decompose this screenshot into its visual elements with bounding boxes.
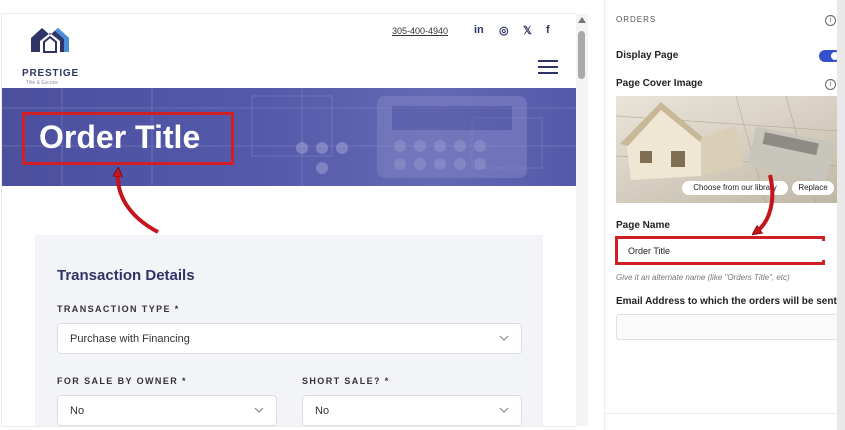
email-input[interactable] [616,314,838,340]
hero-banner: Order Title [2,88,576,186]
logo-name: PRESTIGE [22,68,79,79]
page-name-label: Page Name [616,220,670,231]
x-twitter-icon[interactable]: 𝕏 [523,24,532,40]
for-sale-by-owner-select[interactable]: No [57,395,277,426]
page-name-highlight [615,236,828,265]
hero-title-highlight: Order Title [22,112,234,165]
display-page-label: Display Page [616,50,679,61]
short-sale-label: SHORT SALE? * [302,376,390,386]
instagram-icon[interactable]: ◎ [499,24,509,40]
page-name-input[interactable] [620,241,828,260]
short-sale-select[interactable]: No [302,395,522,426]
scroll-up-arrow-icon[interactable] [578,17,586,23]
choose-library-button[interactable]: Choose from our library [682,181,788,195]
hero-title: Order Title [39,119,201,155]
cover-image-preview: Choose from our library Replace [616,96,838,203]
replace-image-button[interactable]: Replace [792,181,834,195]
chevron-down-icon [254,407,264,413]
chevron-down-icon [499,335,509,341]
facebook-icon[interactable]: f [546,24,550,40]
form-heading: Transaction Details [57,267,195,284]
linkedin-icon[interactable]: in [474,24,484,40]
logo-tagline: Title & Escrow [26,80,58,86]
panel-scrollbar-track[interactable] [837,0,845,430]
hamburger-menu-icon[interactable] [538,60,558,76]
section-title: ORDERS [616,15,657,24]
info-icon[interactable]: i [825,79,836,90]
transaction-type-label: TRANSACTION TYPE * [57,304,180,314]
for-sale-by-owner-label: FOR SALE BY OWNER * [57,376,187,386]
transaction-type-select[interactable]: Purchase with Financing [57,323,522,354]
cover-image-label: Page Cover Image [616,78,703,89]
house-logo-icon [31,28,69,53]
phone-link[interactable]: 305-400-4940 [392,26,448,36]
site-header: PRESTIGE Title & Escrow 305-400-4940 in … [2,14,576,88]
scrollbar-thumb[interactable] [578,31,585,79]
page-name-hint: Give it an alternate name (like "Orders … [616,273,790,282]
transaction-details-card: Transaction Details TRANSACTION TYPE * P… [35,235,543,426]
short-sale-value: No [315,405,330,417]
for-sale-by-owner-value: No [70,405,85,417]
preview-scrollbar[interactable] [576,14,588,426]
panel-divider [605,413,838,414]
email-label: Email Address to which the orders will b… [616,296,837,307]
site-logo[interactable]: PRESTIGE Title & Escrow [22,24,92,86]
page-preview: PRESTIGE Title & Escrow 305-400-4940 in … [2,14,576,426]
settings-panel: ORDERS i Display Page Page Cover Image i… [604,0,841,430]
transaction-type-value: Purchase with Financing [70,333,190,345]
info-icon[interactable]: i [825,15,836,26]
chevron-down-icon [499,407,509,413]
